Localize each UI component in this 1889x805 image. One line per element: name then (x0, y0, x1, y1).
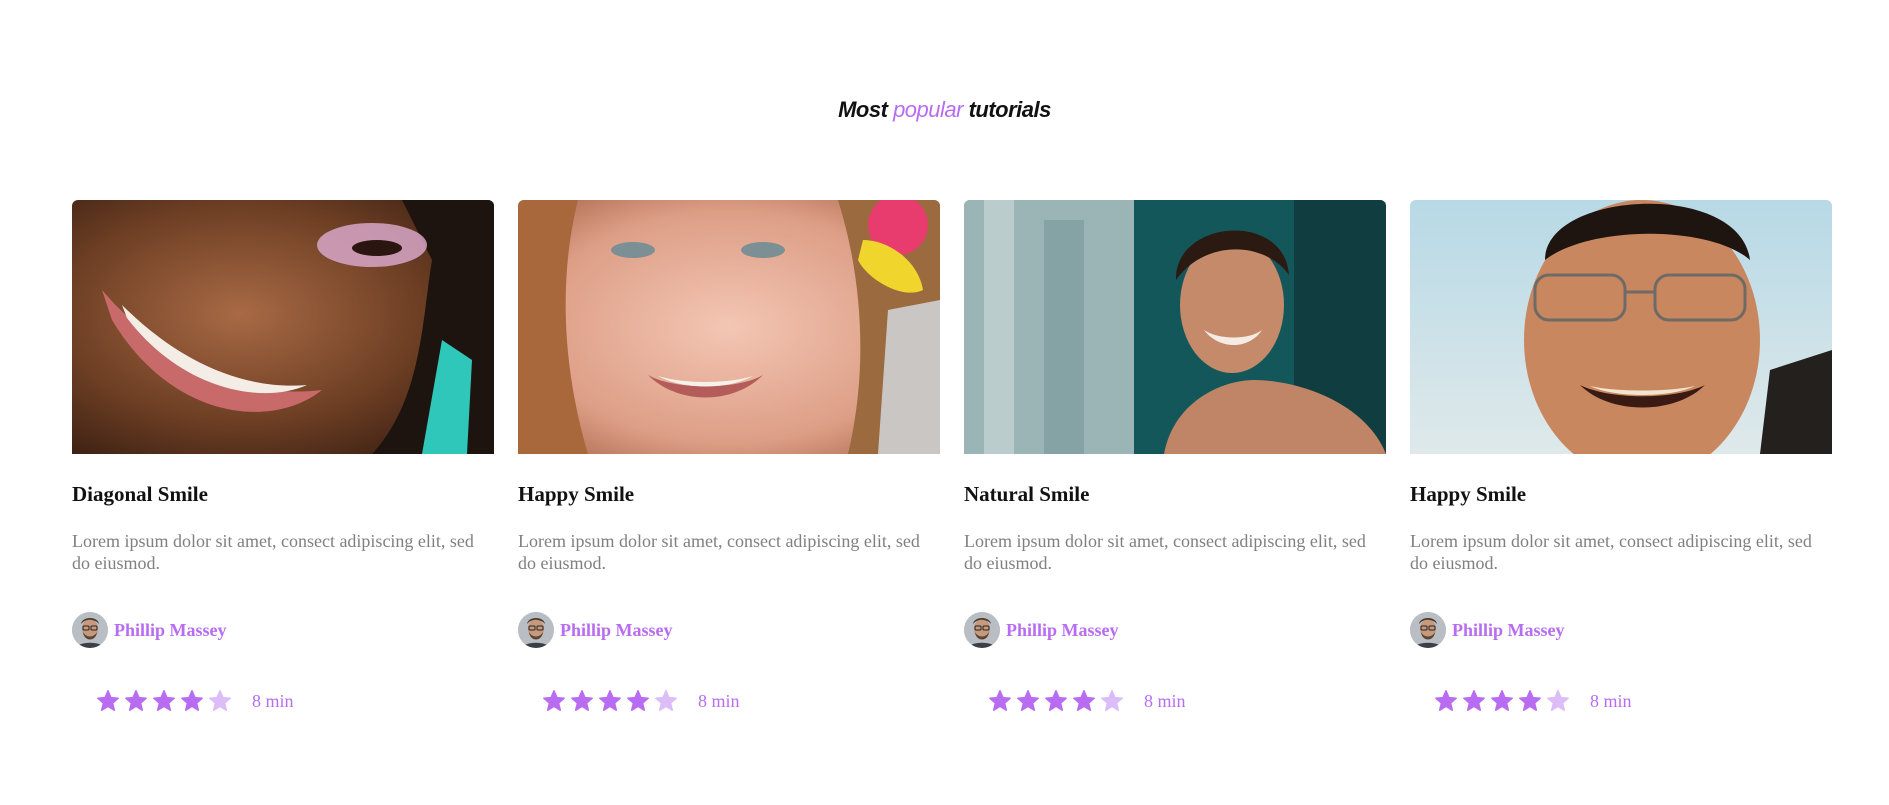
star-filled-icon (124, 689, 148, 713)
card-meta: 8 min (542, 688, 740, 714)
card-description: Lorem ipsum dolor sit amet, consect adip… (1410, 531, 1812, 573)
card-author[interactable]: Phillip Massey (518, 612, 673, 648)
section-title-suffix: tutorials (968, 97, 1052, 123)
star-filled-icon (96, 689, 120, 713)
portrait-photo-icon (518, 200, 940, 454)
author-name-link[interactable]: Phillip Massey (1452, 620, 1565, 641)
star-rating (96, 689, 236, 713)
avatar (964, 612, 1000, 648)
star-filled-icon (1462, 689, 1486, 713)
tutorial-card[interactable]: Diagonal Smile Lorem ipsum dolor sit ame… (72, 200, 494, 730)
card-image[interactable] (72, 200, 494, 454)
duration-label: 8 min (1144, 690, 1186, 711)
star-filled-icon (1016, 689, 1040, 713)
portrait-photo-icon (964, 200, 1386, 454)
card-description: Lorem ipsum dolor sit amet, consect adip… (964, 531, 1366, 573)
star-empty-icon (1100, 689, 1124, 713)
card-title[interactable]: Diagonal Smile (72, 482, 208, 507)
star-filled-icon (1044, 689, 1068, 713)
card-description: Lorem ipsum dolor sit amet, consect adip… (72, 531, 474, 573)
section-title-accent: popular (893, 97, 963, 123)
tutorial-card[interactable]: Happy Smile Lorem ipsum dolor sit amet, … (518, 200, 940, 730)
card-meta: 8 min (96, 688, 294, 714)
author-name-link[interactable]: Phillip Massey (1006, 620, 1119, 641)
card-title[interactable]: Natural Smile (964, 482, 1089, 507)
star-filled-icon (1518, 689, 1542, 713)
star-filled-icon (1490, 689, 1514, 713)
avatar (72, 612, 108, 648)
star-filled-icon (988, 689, 1012, 713)
star-filled-icon (1434, 689, 1458, 713)
card-meta: 8 min (1434, 688, 1632, 714)
card-author[interactable]: Phillip Massey (1410, 612, 1565, 648)
star-filled-icon (570, 689, 594, 713)
card-description: Lorem ipsum dolor sit amet, consect adip… (518, 531, 920, 573)
avatar-icon (964, 612, 1000, 648)
duration-label: 8 min (252, 690, 294, 711)
star-filled-icon (626, 689, 650, 713)
avatar (518, 612, 554, 648)
card-author[interactable]: Phillip Massey (72, 612, 227, 648)
portrait-photo-icon (1410, 200, 1832, 454)
star-rating (542, 689, 682, 713)
section-title: Most popular tutorials (0, 96, 1889, 124)
star-filled-icon (1072, 689, 1096, 713)
section-title-prefix: Most (838, 97, 888, 123)
card-title[interactable]: Happy Smile (1410, 482, 1526, 507)
star-empty-icon (654, 689, 678, 713)
author-name-link[interactable]: Phillip Massey (114, 620, 227, 641)
tutorial-cards-grid: Diagonal Smile Lorem ipsum dolor sit ame… (72, 200, 1832, 740)
card-author[interactable]: Phillip Massey (964, 612, 1119, 648)
star-filled-icon (542, 689, 566, 713)
card-title[interactable]: Happy Smile (518, 482, 634, 507)
avatar-icon (72, 612, 108, 648)
star-filled-icon (598, 689, 622, 713)
star-rating (988, 689, 1128, 713)
star-empty-icon (208, 689, 232, 713)
duration-label: 8 min (698, 690, 740, 711)
star-rating (1434, 689, 1574, 713)
tutorial-card[interactable]: Happy Smile Lorem ipsum dolor sit amet, … (1410, 200, 1832, 730)
card-image[interactable] (518, 200, 940, 454)
star-filled-icon (152, 689, 176, 713)
duration-label: 8 min (1590, 690, 1632, 711)
card-image[interactable] (1410, 200, 1832, 454)
author-name-link[interactable]: Phillip Massey (560, 620, 673, 641)
star-empty-icon (1546, 689, 1570, 713)
portrait-photo-icon (72, 200, 494, 454)
avatar-icon (518, 612, 554, 648)
avatar (1410, 612, 1446, 648)
tutorial-card[interactable]: Natural Smile Lorem ipsum dolor sit amet… (964, 200, 1386, 730)
card-image[interactable] (964, 200, 1386, 454)
card-meta: 8 min (988, 688, 1186, 714)
avatar-icon (1410, 612, 1446, 648)
star-filled-icon (180, 689, 204, 713)
